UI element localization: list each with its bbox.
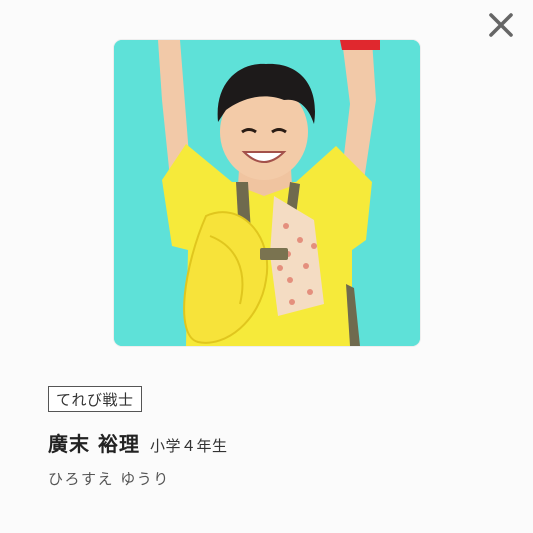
profile-photo	[114, 40, 420, 346]
name-row: 廣末 裕理 小学４年生	[48, 428, 227, 457]
profile-photo-image	[114, 40, 420, 346]
person-name: 廣末 裕理	[48, 432, 140, 456]
name-reading: ひろすえ ゆうり	[48, 470, 170, 488]
role-tag: てれび戦士	[48, 386, 142, 412]
role-tag-label: てれび戦士	[56, 390, 134, 409]
close-icon	[488, 12, 514, 42]
grade-label: 小学４年生	[149, 437, 228, 455]
close-button[interactable]	[484, 10, 518, 44]
